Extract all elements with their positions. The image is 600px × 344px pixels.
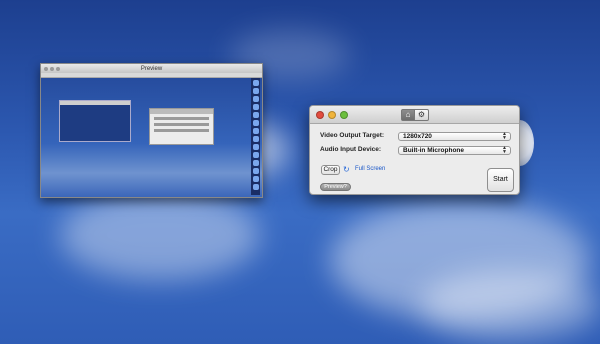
app-titlebar[interactable]: ⌂ ⚙ (310, 106, 519, 124)
start-button[interactable]: Start (487, 168, 514, 192)
maximize-button[interactable] (340, 111, 348, 119)
audio-input-select[interactable]: Built-in Microphone ▲ ▼ (398, 146, 511, 155)
preview-titlebar[interactable]: Preview (41, 64, 262, 73)
preview-window-title: Preview (140, 65, 163, 72)
video-output-value: 1280x720 (403, 133, 432, 140)
preview-mini-window (59, 100, 131, 142)
select-arrows-icon: ▲ ▼ (502, 145, 507, 155)
audio-input-value: Built-in Microphone (403, 147, 465, 154)
cloud (60, 190, 260, 280)
video-output-label: Video Output Target: (320, 132, 385, 139)
cloud (420, 270, 600, 340)
audio-input-label: Audio Input Device: (320, 146, 382, 153)
crop-button[interactable]: Crop (321, 165, 340, 175)
gear-icon[interactable]: ⚙ (415, 109, 429, 121)
refresh-icon[interactable]: ↻ (343, 165, 350, 175)
home-icon[interactable]: ⌂ (401, 109, 415, 121)
preview-window[interactable]: Preview (40, 63, 263, 198)
window-controls (316, 111, 348, 119)
minimize-button[interactable] (328, 111, 336, 119)
preview-toggle-button[interactable]: Preview? (320, 183, 351, 191)
preview-content (41, 78, 262, 197)
preview-mini-app-window (149, 108, 214, 145)
close-button[interactable] (316, 111, 324, 119)
select-arrows-icon: ▲ ▼ (502, 131, 507, 141)
preview-dock (251, 78, 260, 195)
toolbar-tabs: ⌂ ⚙ (401, 109, 429, 121)
app-window[interactable]: ⌂ ⚙ Video Output Target: 1280x720 ▲ ▼ Aud… (309, 105, 520, 195)
video-output-select[interactable]: 1280x720 ▲ ▼ (398, 132, 511, 141)
full-screen-link[interactable]: Full Screen (355, 166, 385, 172)
